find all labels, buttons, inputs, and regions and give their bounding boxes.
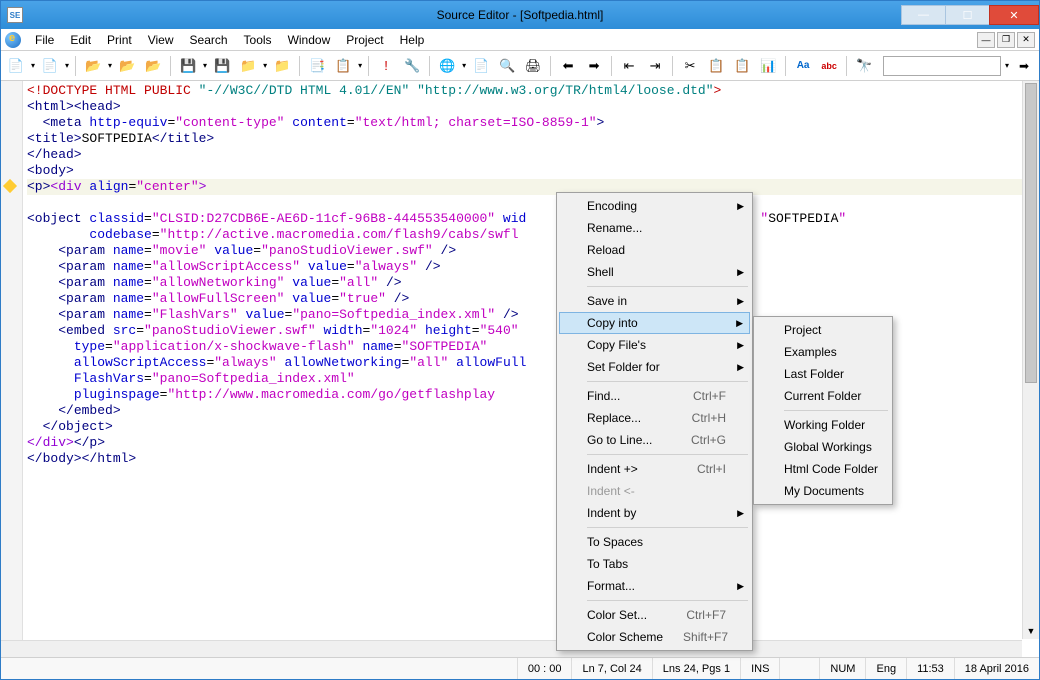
horizontal-scrollbar[interactable] [1, 640, 1022, 657]
menubar: FileEditPrintViewSearchToolsWindowProjec… [1, 29, 1039, 51]
open-icon[interactable]: 📂 [82, 55, 104, 77]
new-file-icon[interactable]: 📄 [5, 55, 27, 77]
binoculars-icon[interactable]: 🔭 [853, 55, 875, 77]
open3-icon[interactable]: 📂 [142, 55, 164, 77]
status-numlock: NUM [819, 658, 865, 679]
chart-icon[interactable]: 📊 [757, 55, 779, 77]
save-icon[interactable]: 💾 [177, 55, 199, 77]
menu-item-save-in[interactable]: Save in▶ [559, 290, 750, 312]
new-blank-icon[interactable]: 📄 [39, 55, 61, 77]
save-all-icon[interactable]: 💾 [211, 55, 233, 77]
nav-fwd-icon[interactable]: ➡ [583, 55, 605, 77]
menu-item-encoding[interactable]: Encoding▶ [559, 195, 750, 217]
menu-item-set-folder-for[interactable]: Set Folder for▶ [559, 356, 750, 378]
maximize-button[interactable]: ☐ [945, 5, 990, 25]
app-icon: SE [7, 7, 23, 23]
font-abc-icon[interactable]: abc [818, 55, 840, 77]
menu-item-replace-[interactable]: Replace...Ctrl+H [559, 407, 750, 429]
menu-item-copy-file-s[interactable]: Copy File's▶ [559, 334, 750, 356]
page-icon[interactable]: 📄 [470, 55, 492, 77]
statusbar: 00 : 00 Ln 7, Col 24 Lns 24, Pgs 1 INS N… [1, 657, 1039, 679]
menu-item-examples[interactable]: Examples [756, 341, 890, 363]
wrench-icon[interactable]: 🔧 [401, 55, 423, 77]
status-timer: 00 : 00 [517, 658, 572, 679]
titlebar[interactable]: SE Source Editor - [Softpedia.html] — ☐ … [1, 1, 1039, 29]
menu-item-copy-into[interactable]: Copy into▶ [559, 312, 750, 334]
browser-icon[interactable]: 🌐 [436, 55, 458, 77]
menu-item-go-to-line-[interactable]: Go to Line...Ctrl+G [559, 429, 750, 451]
context-submenu-copy-into[interactable]: ProjectExamplesLast FolderCurrent Folder… [753, 316, 893, 505]
status-position: Ln 7, Col 24 [571, 658, 651, 679]
folder-icon[interactable]: 📁 [237, 55, 259, 77]
menu-search[interactable]: Search [182, 31, 236, 49]
go-button[interactable]: ➡ [1013, 55, 1035, 77]
mdi-close-button[interactable]: ✕ [1017, 32, 1035, 48]
menu-item-reload[interactable]: Reload [559, 239, 750, 261]
paste2-icon[interactable]: 📋 [731, 55, 753, 77]
menu-file[interactable]: File [27, 31, 62, 49]
nav-back-icon[interactable]: ⬅ [557, 55, 579, 77]
print-icon[interactable]: 🖨 [522, 55, 544, 77]
status-date: 18 April 2016 [954, 658, 1039, 679]
menu-window[interactable]: Window [280, 31, 339, 49]
menu-item-indent-: Indent <- [559, 480, 750, 502]
indent-left-icon[interactable]: ⇤ [618, 55, 640, 77]
search-icon[interactable]: 🔍 [496, 55, 518, 77]
indent-right-icon[interactable]: ⇥ [644, 55, 666, 77]
ie-icon [5, 32, 21, 48]
menu-item-indent-[interactable]: Indent +>Ctrl+I [559, 458, 750, 480]
menu-view[interactable]: View [140, 31, 182, 49]
mdi-minimize-button[interactable]: — [977, 32, 995, 48]
cut-icon[interactable]: ✂ [679, 55, 701, 77]
menu-tools[interactable]: Tools [236, 31, 280, 49]
menu-item-last-folder[interactable]: Last Folder [756, 363, 890, 385]
font-aa-icon[interactable]: Aa [792, 55, 814, 77]
menu-item-project[interactable]: Project [756, 319, 890, 341]
menu-item-rename-[interactable]: Rename... [559, 217, 750, 239]
gutter[interactable] [1, 81, 23, 657]
minimize-button[interactable]: — [901, 5, 946, 25]
toolbar: 📄▾ 📄▾ 📂▾ 📂 📂 💾▾ 💾 📁▾ 📁 📑 📋▾ ! 🔧 🌐▾ 📄 🔍 🖨… [1, 51, 1039, 81]
open2-icon[interactable]: 📂 [116, 55, 138, 77]
menu-item-current-folder[interactable]: Current Folder [756, 385, 890, 407]
status-insert-mode[interactable]: INS [740, 658, 779, 679]
window-title: Source Editor - [Softpedia.html] [437, 8, 604, 22]
menu-item-indent-by[interactable]: Indent by▶ [559, 502, 750, 524]
vertical-scrollbar[interactable]: ▲ ▼ [1022, 81, 1039, 639]
menu-item-to-tabs[interactable]: To Tabs [559, 553, 750, 575]
menu-project[interactable]: Project [338, 31, 391, 49]
menu-item-my-documents[interactable]: My Documents [756, 480, 890, 502]
exclaim-icon[interactable]: ! [375, 55, 397, 77]
status-selection: Lns 24, Pgs 1 [652, 658, 740, 679]
menu-item-format-[interactable]: Format...▶ [559, 575, 750, 597]
copy-icon[interactable]: 📑 [306, 55, 328, 77]
bookmark-icon[interactable] [3, 179, 17, 193]
menu-help[interactable]: Help [392, 31, 433, 49]
menu-item-working-folder[interactable]: Working Folder [756, 414, 890, 436]
menu-item-color-scheme[interactable]: Color SchemeShift+F7 [559, 626, 750, 648]
menu-item-find-[interactable]: Find...Ctrl+F [559, 385, 750, 407]
status-language[interactable]: Eng [865, 658, 906, 679]
copy2-icon[interactable]: 📋 [705, 55, 727, 77]
status-time: 11:53 [906, 658, 954, 679]
menu-item-shell[interactable]: Shell▶ [559, 261, 750, 283]
search-dropdown[interactable] [883, 56, 1001, 76]
menu-item-global-workings[interactable]: Global Workings [756, 436, 890, 458]
paste-icon[interactable]: 📋 [332, 55, 354, 77]
scroll-down-icon[interactable]: ▼ [1023, 622, 1039, 639]
mdi-restore-button[interactable]: ❐ [997, 32, 1015, 48]
menu-item-color-set-[interactable]: Color Set...Ctrl+F7 [559, 604, 750, 626]
menu-print[interactable]: Print [99, 31, 140, 49]
scroll-thumb[interactable] [1025, 83, 1037, 383]
menu-item-html-code-folder[interactable]: Html Code Folder [756, 458, 890, 480]
menu-edit[interactable]: Edit [62, 31, 99, 49]
close-button[interactable]: ✕ [989, 5, 1039, 25]
menu-item-to-spaces[interactable]: To Spaces [559, 531, 750, 553]
context-menu[interactable]: Encoding▶Rename...ReloadShell▶Save in▶Co… [556, 192, 753, 651]
folder2-icon[interactable]: 📁 [271, 55, 293, 77]
